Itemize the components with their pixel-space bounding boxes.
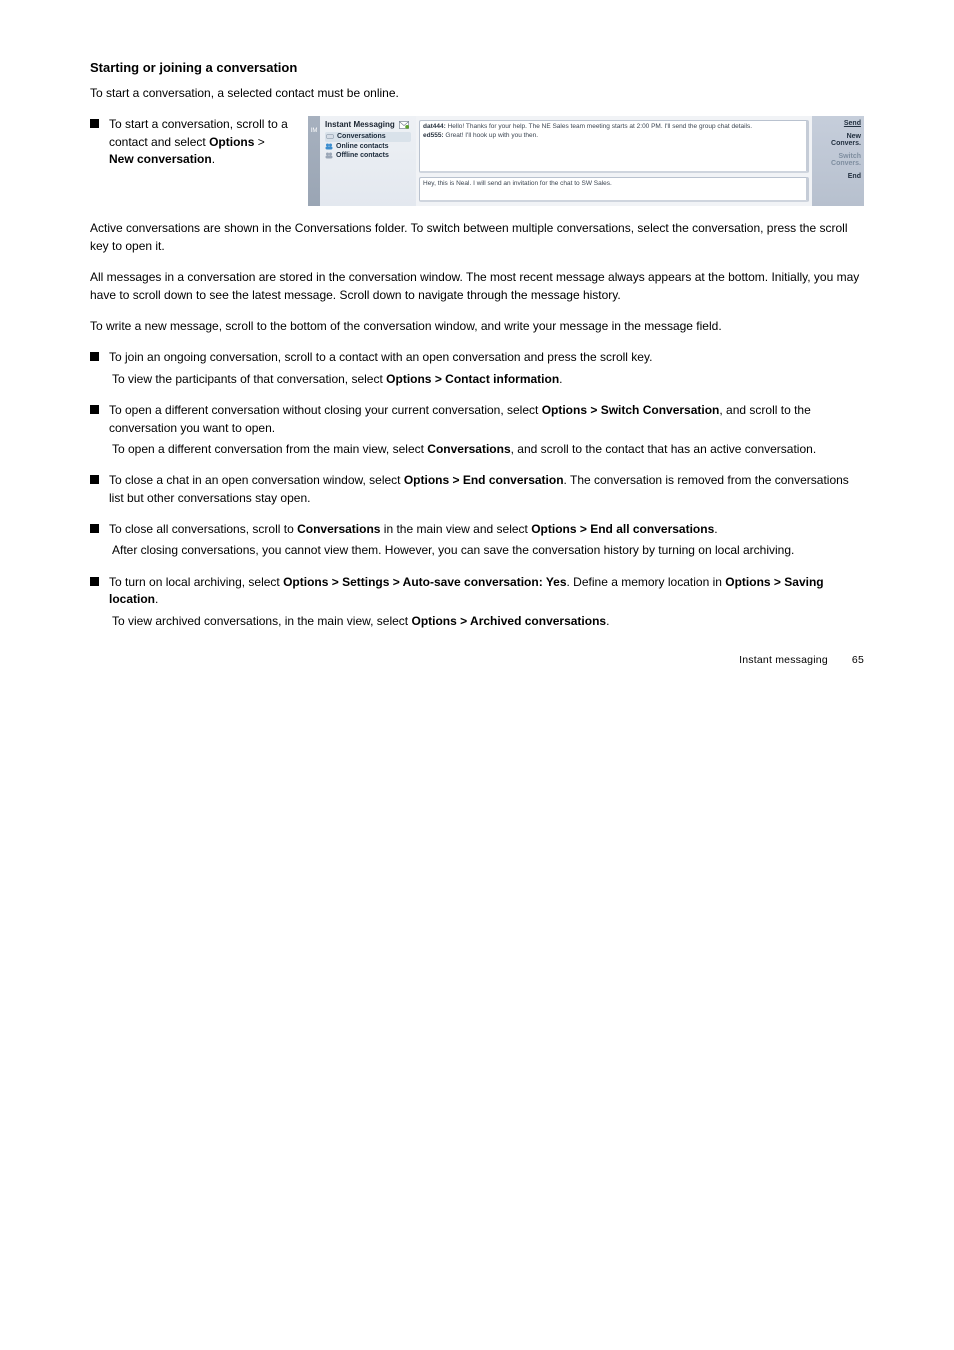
bullet-icon	[90, 577, 99, 586]
txt: To close a chat in an open conversation …	[109, 473, 404, 487]
period: .	[606, 614, 609, 628]
people-icon	[325, 143, 333, 150]
im-msg2: Great! I'll hook up with you then.	[444, 132, 538, 139]
im-user2: ed555:	[423, 132, 444, 139]
period: .	[714, 522, 717, 536]
tree-online[interactable]: Online contacts	[325, 142, 411, 151]
im-title-text: Instant Messaging	[325, 120, 395, 129]
bullet-join: To join an ongoing conversation, scroll …	[109, 349, 864, 366]
bullet-icon	[90, 524, 99, 533]
options-archived: Options > Archived conversations	[411, 614, 606, 628]
tree-offline-label: Offline contacts	[336, 151, 389, 160]
para-after-close: After closing conversations, you cannot …	[112, 542, 864, 559]
bullet-icon	[90, 352, 99, 361]
im-chat-panel: dat444: Hello! Thanks for your help. The…	[416, 116, 812, 206]
bullet-icon	[90, 405, 99, 414]
txt: To view the participants of that convers…	[112, 372, 386, 386]
options-label: Options	[209, 135, 254, 149]
txt: To open a different conversation from th…	[112, 442, 427, 456]
people-icon	[325, 152, 333, 159]
bullet-join-sub: To view the participants of that convers…	[112, 371, 864, 388]
txt: , and scroll to the contact that has an …	[511, 442, 817, 456]
para-write: To write a new message, scroll to the bo…	[90, 318, 864, 335]
bullet-archive-sub: To view archived conversations, in the m…	[112, 613, 864, 630]
im-contacts-panel: Instant Messaging Conversations Online c…	[320, 116, 416, 206]
txt: in the main view and select	[380, 522, 531, 536]
txt: To open a different conversation without…	[109, 403, 542, 417]
options-autosave: Options > Settings > Auto-save conversat…	[283, 575, 566, 589]
tree-online-label: Online contacts	[336, 142, 389, 151]
bullet-switch-sub: To open a different conversation from th…	[112, 441, 864, 458]
tree-offline[interactable]: Offline contacts	[325, 151, 411, 160]
im-input-value: Hey, this is Neal. I will send an invita…	[423, 180, 612, 187]
para-history: All messages in a conversation are store…	[90, 269, 864, 304]
im-actions: Send New Convers. Switch Convers. End	[812, 116, 864, 206]
tree-conversations-label: Conversations	[337, 132, 386, 141]
im-msg1: Hello! Thanks for your help. The NE Sale…	[446, 123, 752, 130]
bullet-archive: To turn on local archiving, select Optio…	[109, 574, 864, 609]
end-button[interactable]: End	[815, 173, 861, 180]
new-convers-button[interactable]: New Convers.	[815, 133, 861, 147]
footer-section: Instant messaging	[739, 654, 828, 666]
im-title: Instant Messaging	[325, 120, 411, 129]
para-active: Active conversations are shown in the Co…	[90, 220, 864, 255]
page-footer: Instant messaging 65	[90, 654, 864, 666]
bullet-icon	[90, 475, 99, 484]
bullet-close: To close a chat in an open conversation …	[109, 472, 864, 507]
bullet-icon	[90, 119, 99, 128]
footer-page-number: 65	[852, 654, 864, 666]
bullet-start-conversation: To start a conversation, scroll to a con…	[109, 116, 290, 168]
options-end: Options > End conversation	[404, 473, 564, 487]
switch-convers-button: Switch Convers.	[815, 153, 861, 167]
chat-icon	[326, 134, 334, 140]
txt: To close all conversations, scroll to	[109, 522, 297, 536]
txt: . Define a memory location in	[567, 575, 726, 589]
period: .	[155, 592, 158, 606]
envelope-icon	[399, 121, 409, 129]
options-contact-info: Options > Contact information	[386, 372, 559, 386]
intro-paragraph: To start a conversation, a selected cont…	[90, 85, 864, 102]
conversations-label: Conversations	[427, 442, 510, 456]
im-input[interactable]: Hey, this is Neal. I will send an invita…	[419, 177, 809, 202]
txt: To turn on local archiving, select	[109, 575, 283, 589]
bullet-close-all: To close all conversations, scroll to Co…	[109, 521, 864, 538]
send-button[interactable]: Send	[815, 120, 861, 127]
bullet-switch: To open a different conversation without…	[109, 402, 864, 437]
new-conversation-label: New conversation	[109, 152, 212, 166]
separator: >	[254, 135, 264, 149]
txt: To view archived conversations, in the m…	[112, 614, 411, 628]
rail-im-label: IM	[311, 128, 318, 134]
period: .	[559, 372, 562, 386]
conversations-label: Conversations	[297, 522, 380, 536]
tree-conversations[interactable]: Conversations	[325, 132, 411, 141]
period: .	[212, 152, 215, 166]
options-end-all: Options > End all conversations	[531, 522, 714, 536]
im-history: dat444: Hello! Thanks for your help. The…	[419, 120, 809, 173]
im-screenshot: IM Instant Messaging Conversations	[308, 116, 864, 206]
im-rail: IM	[308, 116, 320, 206]
options-switch: Options > Switch Conversation	[542, 403, 720, 417]
im-user1: dat444:	[423, 123, 446, 130]
section-heading: Starting or joining a conversation	[90, 60, 864, 75]
